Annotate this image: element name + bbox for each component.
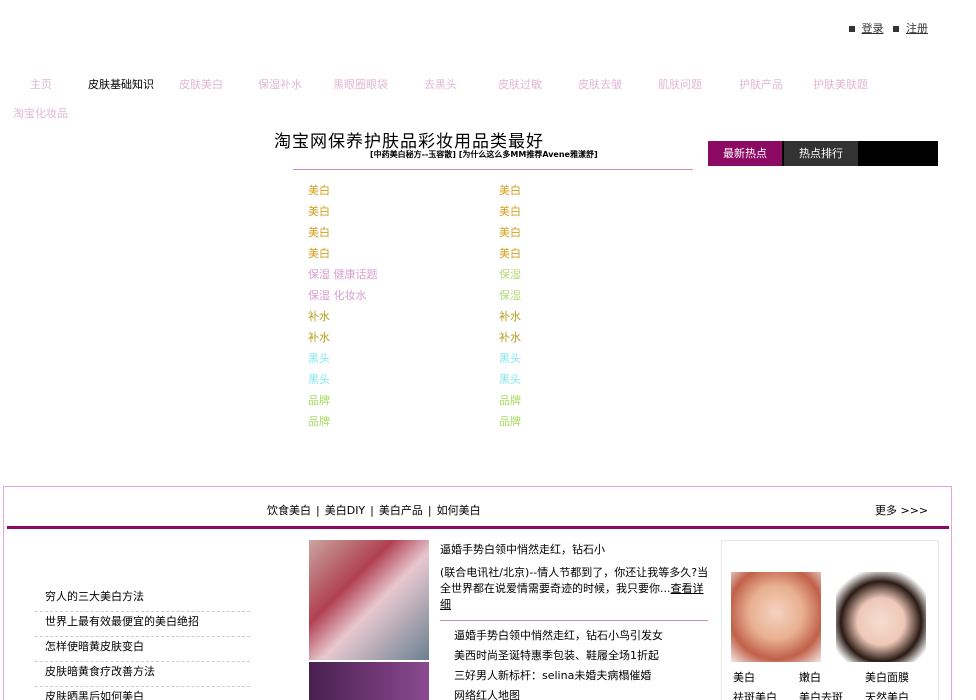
list-item[interactable]: 补水 xyxy=(308,308,448,329)
nav-separator: | xyxy=(370,504,374,517)
news-image-secondary[interactable] xyxy=(309,662,429,700)
list-item[interactable]: 保湿 健康话题 xyxy=(308,266,448,287)
nav-item-products[interactable]: 护肤产品 xyxy=(739,76,783,92)
panel-divider xyxy=(7,526,949,529)
tab-latest-hot[interactable]: 最新热点 xyxy=(708,141,782,166)
hot-tabs: 最新热点 热点排行 xyxy=(708,141,938,166)
list-item[interactable]: 美白 xyxy=(308,224,448,245)
list-item[interactable]: 黑头 xyxy=(499,371,639,392)
square-bullet-icon xyxy=(893,26,899,32)
panel-nav-how-to-whiten[interactable]: 如何美白 xyxy=(437,504,481,517)
nav-item-wrinkles[interactable]: 皮肤去皱 xyxy=(578,76,622,92)
list-item[interactable]: 美白 xyxy=(308,182,448,203)
nav-item-skin-topics[interactable]: 护肤美肤题 xyxy=(813,76,868,92)
nav-item-moisturize[interactable]: 保湿补水 xyxy=(258,76,302,92)
link-column-right: 美白 美白 美白 美白 保湿 保湿 补水 补水 黑头 黑头 品牌 品牌 xyxy=(499,182,639,434)
nav-item-skin-issues[interactable]: 肌肤问题 xyxy=(658,76,702,92)
nav-item-taobao-cosmetics[interactable]: 淘宝化妆品 xyxy=(13,105,68,121)
list-item[interactable]: 补水 xyxy=(308,329,448,350)
list-item[interactable]: 美白 xyxy=(499,182,639,203)
list-item-text: 保湿 健康话题 xyxy=(308,268,378,281)
nav-item-whitening[interactable]: 皮肤美白 xyxy=(179,76,223,92)
nav-item-dark-circles[interactable]: 黑眼圈眼袋 xyxy=(333,76,388,92)
news-image[interactable] xyxy=(309,540,429,660)
page-subtitle[interactable]: [中药美白秘方--玉容散] [为什么这么多MM推荐Avene雅漾舒] xyxy=(370,149,598,160)
list-item[interactable]: 皮肤晒黑后如何美白 xyxy=(35,687,250,700)
list-item[interactable]: 保湿 xyxy=(499,266,639,287)
model-photo[interactable] xyxy=(836,572,926,662)
product-link[interactable]: 美白去斑 xyxy=(799,689,843,700)
list-item[interactable]: 补水 xyxy=(499,329,639,350)
list-item[interactable]: 品牌 xyxy=(308,392,448,413)
list-item[interactable]: 美白 xyxy=(308,203,448,224)
nav-item-blackheads[interactable]: 去黑头 xyxy=(424,76,457,92)
news-list: 逼婚手势白领中悄然走红，钻石小鸟引发女 美西时尚圣诞特惠季包装、鞋履全场1折起 … xyxy=(454,628,663,700)
more-link[interactable]: 更多 >>> xyxy=(875,502,928,518)
product-link[interactable]: 天然美白 xyxy=(865,689,909,700)
list-item[interactable]: 美白 xyxy=(499,245,639,266)
auth-links: 登录 注册 xyxy=(843,20,928,36)
login-link[interactable]: 登录 xyxy=(862,22,884,35)
list-item[interactable]: 品牌 xyxy=(499,392,639,413)
register-link[interactable]: 注册 xyxy=(906,22,928,35)
product-link[interactable]: 美白 xyxy=(733,669,755,685)
product-link[interactable]: 祛斑美白 xyxy=(733,689,777,700)
list-item[interactable]: 美白 xyxy=(499,203,639,224)
list-item[interactable]: 世界上最有效最便宜的美白绝招 xyxy=(35,612,250,637)
nav-separator: | xyxy=(316,504,320,517)
list-item[interactable]: 逼婚手势白领中悄然走红，钻石小鸟引发女 xyxy=(454,628,663,648)
divider xyxy=(440,620,708,621)
list-item[interactable]: 品牌 xyxy=(499,413,639,434)
list-item[interactable]: 黑头 xyxy=(308,371,448,392)
tab-hot-ranking[interactable]: 热点排行 xyxy=(784,141,858,166)
list-item[interactable]: 网络红人地图 xyxy=(454,688,663,700)
list-item[interactable]: 品牌 xyxy=(308,413,448,434)
nav-separator: | xyxy=(427,504,432,517)
whitening-article-list: 穷人的三大美白方法 世界上最有效最便宜的美白绝招 怎样使暗黄皮肤变白 皮肤暗黄食… xyxy=(35,587,250,700)
list-item[interactable]: 黑头 xyxy=(499,350,639,371)
panel-nav: 饮食美白 | 美白DIY | 美白产品 | 如何美白 xyxy=(267,502,481,518)
panel-nav-diet-whitening[interactable]: 饮食美白 xyxy=(267,504,311,517)
nav-item-home[interactable]: 主页 xyxy=(30,76,52,92)
list-item[interactable]: 美白 xyxy=(308,245,448,266)
news-headline[interactable]: 逼婚手势白领中悄然走红，钻石小 xyxy=(440,541,605,557)
list-item[interactable]: 怎样使暗黄皮肤变白 xyxy=(35,637,250,662)
nav-item-allergy[interactable]: 皮肤过敏 xyxy=(498,76,542,92)
nav-item-skin-basics[interactable]: 皮肤基础知识 xyxy=(88,76,154,92)
square-bullet-icon xyxy=(848,26,855,32)
list-item[interactable]: 三好男人新标杆：selina未婚夫病榻催婚 xyxy=(454,668,663,688)
list-item[interactable]: 美西时尚圣诞特惠季包装、鞋履全场1折起 xyxy=(454,648,663,668)
model-photo[interactable] xyxy=(731,572,821,662)
product-box: 美白 嫩白 美白面膜 祛斑美白 美白去斑 天然美白 xyxy=(721,540,939,700)
news-summary: (联合电讯社/北京)--情人节都到了，你还让我等多久?当全世界都在说爱情需要奇迹… xyxy=(440,565,710,613)
news-summary-text: (联合电讯社/北京)--情人节都到了，你还让我等多久?当全世界都在说爱情需要奇迹… xyxy=(440,566,709,595)
divider xyxy=(293,169,693,170)
panel-nav-whitening-products[interactable]: 美白产品 xyxy=(379,504,423,517)
product-link[interactable]: 嫩白 xyxy=(799,669,821,685)
link-column-left: 美白 美白 美白 美白 保湿 健康话题 保湿 化妆水 补水 补水 黑头 黑头 品… xyxy=(308,182,448,434)
list-item[interactable]: 保湿 xyxy=(499,287,639,308)
list-item[interactable]: 穷人的三大美白方法 xyxy=(35,587,250,612)
list-item-text: 保湿 化妆水 xyxy=(308,289,367,302)
list-item[interactable]: 黑头 xyxy=(308,350,448,371)
list-item[interactable]: 补水 xyxy=(499,308,639,329)
list-item[interactable]: 皮肤暗黄食疗改善方法 xyxy=(35,662,250,687)
list-item[interactable]: 美白 xyxy=(499,224,639,245)
list-item[interactable]: 保湿 化妆水 xyxy=(308,287,448,308)
product-link[interactable]: 美白面膜 xyxy=(865,669,909,685)
panel-nav-whitening-diy[interactable]: 美白DIY xyxy=(325,504,365,517)
main-nav: 主页 皮肤基础知识 皮肤美白 保湿补水 黑眼圈眼袋 去黑头 皮肤过敏 皮肤去皱 … xyxy=(0,76,976,92)
